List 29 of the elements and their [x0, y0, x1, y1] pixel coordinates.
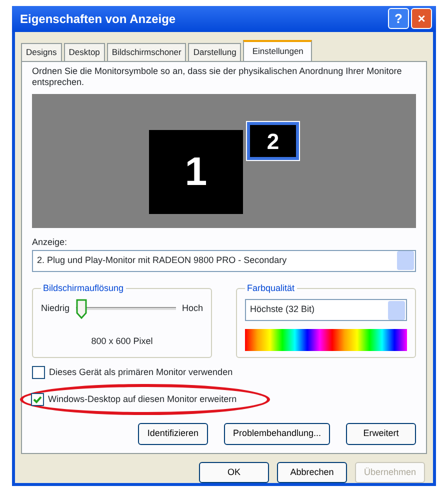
tab[interactable]: Desktop [64, 42, 105, 60]
monitor-icon[interactable]: 2 [247, 122, 299, 160]
close-button[interactable]: × [411, 8, 432, 30]
resolution-reading: 800 x 600 Pixel [90, 335, 154, 348]
help-button[interactable]: ? [388, 8, 409, 30]
dialog-button[interactable]: Abbrechen [276, 462, 347, 483]
monitor-icon[interactable]: 1 [149, 130, 243, 214]
checkbox[interactable] [31, 392, 44, 406]
window-title: Eigenschaften von Anzeige [20, 10, 177, 28]
color-quality-dropdown[interactable]: Höchste (32 Bit) [245, 299, 407, 321]
dialog-button[interactable]: Problembehandlung... [224, 423, 330, 444]
group-title: Bildschirmauflösung [41, 282, 126, 295]
display-dropdown[interactable]: 2. Plug und Play-Monitor mit RADEON 9800 PRO - Secondary [32, 250, 416, 272]
checkbox[interactable] [32, 366, 45, 380]
dialog-button[interactable]: Identifizieren [138, 423, 208, 444]
tab[interactable]: Einstellungen [243, 40, 312, 60]
dialog-button[interactable]: Erweitert [346, 423, 416, 444]
slider-thumb[interactable] [76, 299, 87, 319]
tab[interactable]: Bildschirmschoner [106, 42, 186, 60]
checkbox-label: Dieses Gerät als primären Monitor verwenden [49, 366, 233, 379]
tab[interactable]: Designs [21, 42, 62, 60]
group-title: Farbqualität [245, 282, 297, 295]
slider-label: Niedrig [41, 302, 70, 316]
tab[interactable]: Darstellung [188, 42, 242, 60]
dialog-button[interactable]: OK [198, 462, 269, 483]
slider-label: Hoch [182, 302, 203, 316]
field-label: Anzeige: [32, 236, 68, 249]
checkbox-label: Windows-Desktop auf diesen Monitor erweitern [48, 392, 237, 406]
instruction-text: Ordnen Sie die Monitorsymbole so an, dass sie der physikalischen Anordnung Ihrer Monitore entsprechen. [32, 66, 403, 88]
